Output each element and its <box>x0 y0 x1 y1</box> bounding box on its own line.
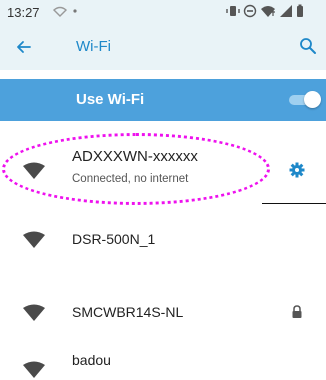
divider-line <box>262 203 326 204</box>
wifi-signal-icon <box>261 6 275 17</box>
network-item-smcwbr14s[interactable]: SMCWBR14S-NL <box>0 290 326 330</box>
status-time: 13:27 <box>7 5 40 20</box>
wifi-icon <box>23 361 45 378</box>
wifi-icon <box>23 231 45 248</box>
use-wifi-toggle[interactable] <box>289 91 321 108</box>
gear-icon[interactable] <box>289 162 305 178</box>
app-bar: Wi-Fi <box>0 24 326 70</box>
network-name: DSR-500N_1 <box>72 231 156 247</box>
dot-icon <box>73 9 77 13</box>
network-item-dsr-500n[interactable]: DSR-500N_1 <box>0 218 326 258</box>
page-title: Wi-Fi <box>76 38 111 55</box>
toggle-knob <box>304 91 321 108</box>
search-icon[interactable] <box>298 36 318 56</box>
wifi-icon <box>23 304 45 321</box>
arrow-left-icon[interactable] <box>14 37 34 57</box>
do-not-disturb-icon <box>243 4 257 18</box>
battery-icon <box>297 4 303 17</box>
network-item-badou[interactable]: badou <box>0 346 326 378</box>
sim-status-icon <box>52 6 68 17</box>
status-bar: 13:27 <box>0 0 326 24</box>
vibrate-icon <box>226 6 240 16</box>
cell-signal-icon <box>280 5 292 17</box>
network-name: badou <box>72 352 111 368</box>
network-name: SMCWBR14S-NL <box>72 304 184 320</box>
lock-icon <box>292 305 302 318</box>
use-wifi-row[interactable]: Use Wi-Fi <box>0 79 326 121</box>
use-wifi-label: Use Wi-Fi <box>76 91 145 108</box>
highlight-annotation <box>2 133 270 205</box>
